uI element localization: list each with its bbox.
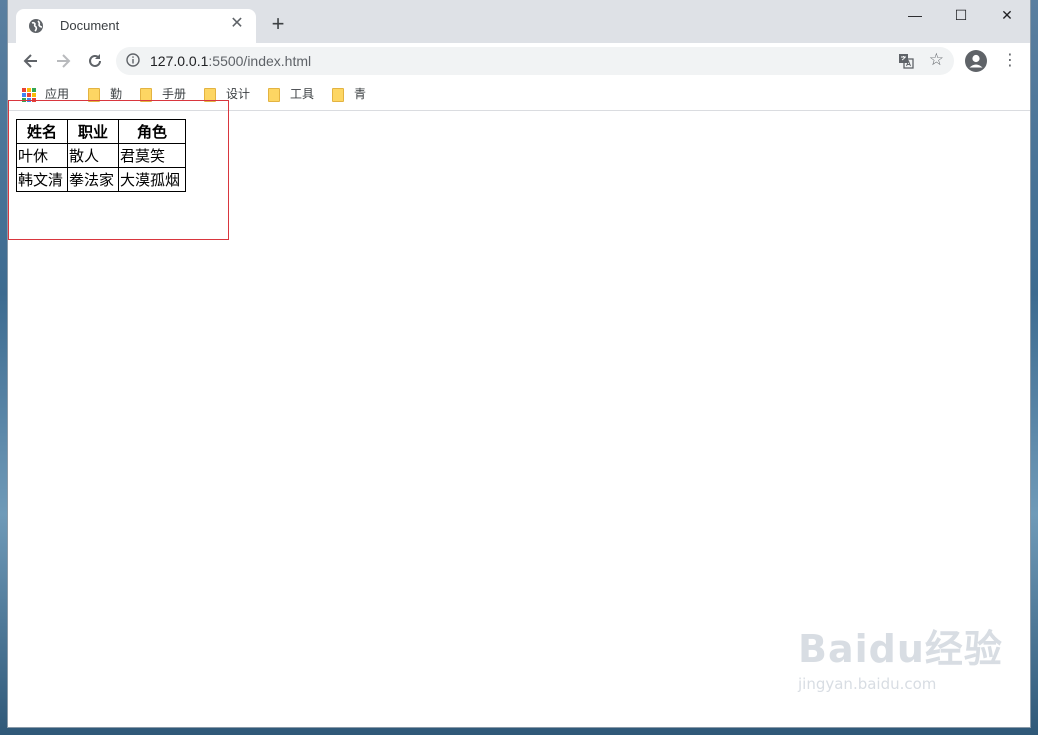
forward-arrow-icon[interactable] [51, 49, 75, 73]
column-header: 职业 [67, 119, 119, 144]
translate-icon[interactable] [898, 53, 914, 69]
globe-icon [29, 19, 43, 33]
bookmark-star-icon[interactable]: ☆ [929, 50, 944, 70]
profile-avatar-icon[interactable] [965, 50, 987, 72]
close-tab-icon[interactable]: ✕ [228, 15, 246, 33]
table-cell: 散人 [67, 143, 119, 168]
folder-icon [268, 87, 280, 102]
table-cell: 叶休 [16, 143, 68, 168]
tab-document[interactable]: Document ✕ [16, 9, 256, 43]
watermark-brand: Baidu经验 [798, 627, 1003, 671]
column-header: 角色 [118, 119, 186, 144]
browser-window: Document ✕ + — ☐ ✕ 127.0.0.1:5500/index.… [8, 0, 1030, 727]
info-icon[interactable] [126, 53, 140, 67]
folder-icon [332, 87, 344, 102]
bookmark-folder-tools[interactable]: 工具 [268, 86, 314, 102]
baidu-watermark: Baidu经验 jingyan.baidu.com [798, 618, 1003, 693]
bookmark-label: 应用 [45, 87, 70, 101]
bookmark-label: 手册 [162, 87, 187, 101]
address-bar[interactable]: 127.0.0.1:5500/index.html ☆ [116, 47, 954, 75]
table-cell: 大漠孤烟 [118, 167, 186, 192]
bookmark-folder-qing[interactable]: 青 [332, 86, 366, 102]
tab-title: Document [60, 18, 120, 33]
table-header-row: 姓名 职业 角色 [16, 119, 186, 144]
maximize-button[interactable]: ☐ [938, 0, 984, 30]
new-tab-button[interactable]: + [266, 13, 290, 37]
table-cell: 君莫笑 [118, 143, 186, 168]
kebab-menu-icon[interactable]: ⋮ [1002, 51, 1018, 71]
watermark-domain: jingyan.baidu.com [798, 675, 937, 693]
bookmark-label: 设计 [226, 87, 251, 101]
bookmark-label: 勤 [110, 87, 123, 101]
back-arrow-icon[interactable] [19, 49, 43, 73]
bookmark-label: 工具 [290, 87, 315, 101]
column-header: 姓名 [16, 119, 68, 144]
table-row: 韩文清 拳法家 大漠孤烟 [16, 167, 186, 192]
reload-icon[interactable] [83, 49, 107, 73]
bookmark-label: 青 [354, 87, 367, 101]
close-window-button[interactable]: ✕ [984, 0, 1030, 30]
minimize-button[interactable]: — [892, 0, 938, 30]
table-cell: 拳法家 [67, 167, 119, 192]
table-row: 叶休 散人 君莫笑 [16, 143, 186, 168]
browser-toolbar: 127.0.0.1:5500/index.html ☆ ⋮ [8, 43, 1030, 79]
url-text[interactable]: 127.0.0.1:5500/index.html [150, 53, 311, 69]
character-table: 姓名 职业 角色 叶休 散人 君莫笑 韩文清 拳法家 大漠孤烟 [16, 119, 186, 192]
table-cell: 韩文清 [16, 167, 68, 192]
tab-strip: Document ✕ + — ☐ ✕ [8, 0, 1030, 43]
